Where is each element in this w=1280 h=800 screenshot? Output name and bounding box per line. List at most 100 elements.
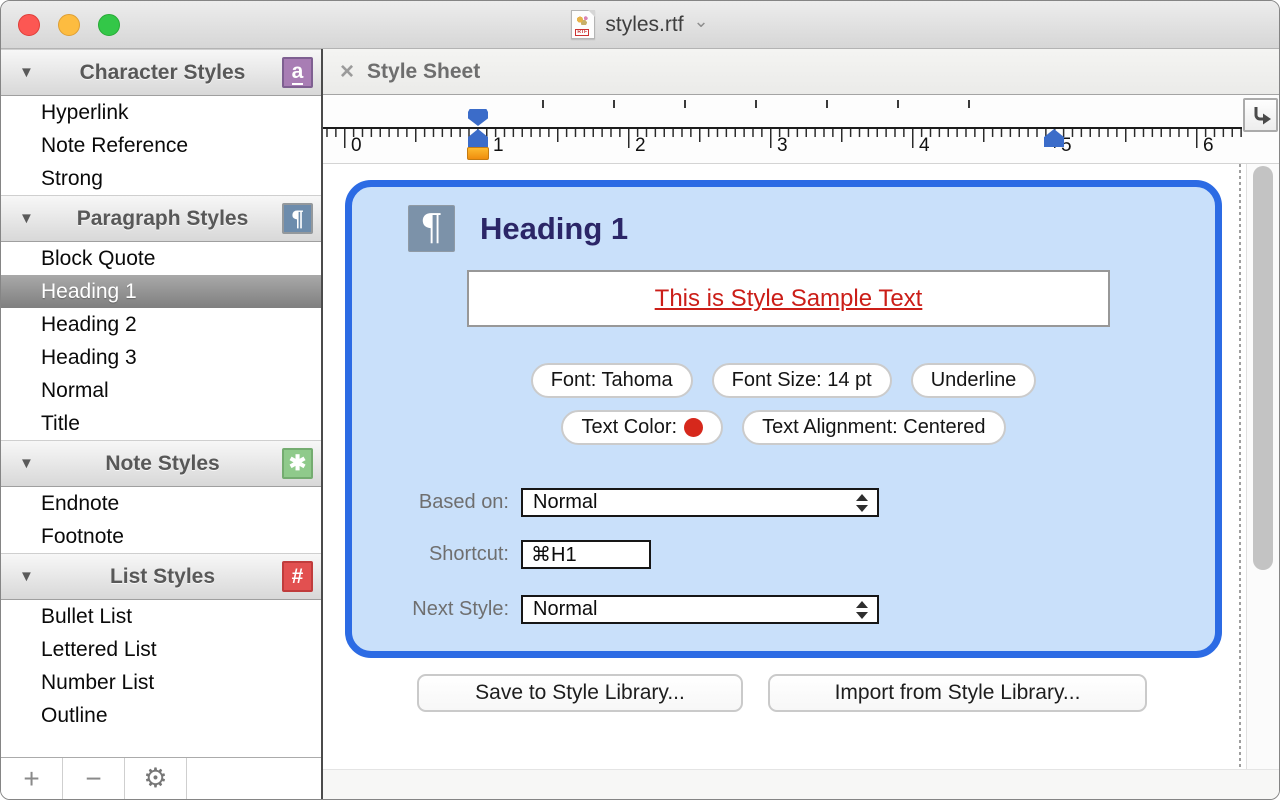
style-item-title[interactable]: Title [1, 407, 321, 440]
style-sample-box: This is Style Sample Text [467, 270, 1110, 327]
next-style-select[interactable]: Normal [521, 595, 879, 624]
toolbar-empty-area [187, 758, 321, 799]
save-to-style-library-button[interactable]: Save to Style Library... [417, 674, 743, 712]
style-item-heading-2[interactable]: Heading 2 [1, 308, 321, 341]
style-item-lettered-list[interactable]: Lettered List [1, 633, 321, 666]
titlebar: RTF styles.rtf ⌄ [1, 1, 1279, 49]
first-line-indent-marker[interactable] [468, 109, 488, 126]
style-item-heading-1-selected[interactable]: Heading 1 [1, 275, 321, 308]
note-styles-badge-icon: ✱ [282, 448, 313, 479]
style-item-bullet-list[interactable]: Bullet List [1, 600, 321, 633]
ruler[interactable]: 0 1 2 3 4 5 6 [323, 95, 1279, 164]
bottom-status-strip [323, 769, 1279, 799]
character-styles-list: Hyperlink Note Reference Strong [1, 96, 321, 195]
main-pane: × Style Sheet 0 1 2 3 4 5 6 [323, 49, 1279, 799]
chevron-down-icon[interactable]: ⌄ [694, 11, 709, 32]
disclosure-triangle-icon[interactable]: ▼ [19, 455, 43, 472]
section-title: List Styles [43, 565, 282, 589]
style-editor-panel: ¶ Heading 1 This is Style Sample Text Fo… [345, 180, 1222, 658]
style-sheet-content: ¶ Heading 1 This is Style Sample Text Fo… [323, 164, 1279, 769]
attribute-pill-row: Text Color: Text Alignment: Centered [352, 410, 1215, 445]
attribute-pill-text-color[interactable]: Text Color: [561, 410, 723, 445]
section-title: Note Styles [43, 452, 282, 476]
style-item-heading-3[interactable]: Heading 3 [1, 341, 321, 374]
style-name-heading: Heading 1 [480, 211, 628, 247]
app-window: RTF styles.rtf ⌄ ▼ Character Styles a Hy… [0, 0, 1280, 800]
zoom-button[interactable] [98, 14, 120, 36]
ruler-number: 6 [1203, 135, 1214, 157]
remove-style-button[interactable]: − [63, 758, 125, 799]
paragraph-style-badge-icon: ¶ [408, 205, 455, 252]
style-item-normal[interactable]: Normal [1, 374, 321, 407]
section-note-styles[interactable]: ▼ Note Styles ✱ [1, 440, 321, 487]
window-title-group[interactable]: RTF styles.rtf ⌄ [571, 10, 708, 39]
section-paragraph-styles[interactable]: ▼ Paragraph Styles ¶ [1, 195, 321, 242]
panel-header: ¶ Heading 1 [408, 205, 628, 252]
character-styles-badge-icon: a [282, 57, 313, 88]
shortcut-label: Shortcut: [365, 543, 509, 566]
minimize-button[interactable] [58, 14, 80, 36]
based-on-select[interactable]: Normal [521, 488, 879, 517]
left-margin-marker[interactable] [467, 147, 489, 160]
shortcut-input[interactable]: ⌘H1 [521, 540, 651, 569]
sidebar-spacer [1, 732, 321, 757]
ruler-number: 2 [635, 135, 646, 157]
attribute-pill-font[interactable]: Font: Tahoma [531, 363, 693, 398]
minus-icon: − [85, 763, 101, 795]
attribute-pill-row: Font: Tahoma Font Size: 14 pt Underline [352, 363, 1215, 398]
style-item-strong[interactable]: Strong [1, 162, 321, 195]
based-on-label: Based on: [365, 491, 509, 514]
gear-icon: ⚙ [143, 763, 167, 794]
import-from-style-library-button[interactable]: Import from Style Library... [768, 674, 1147, 712]
section-list-styles[interactable]: ▼ List Styles # [1, 553, 321, 600]
section-character-styles[interactable]: ▼ Character Styles a [1, 49, 321, 96]
close-tab-icon[interactable]: × [340, 60, 354, 84]
ruler-number: 3 [777, 135, 788, 157]
section-title: Paragraph Styles [43, 207, 282, 231]
select-chevrons-icon [856, 494, 868, 512]
window-title: styles.rtf [605, 13, 683, 37]
sidebar-toolbar: + − ⚙ [1, 757, 321, 799]
style-item-outline[interactable]: Outline [1, 699, 321, 732]
style-sample-text: This is Style Sample Text [655, 285, 923, 313]
style-item-hyperlink[interactable]: Hyperlink [1, 96, 321, 129]
close-button[interactable] [18, 14, 40, 36]
list-styles-list: Bullet List Lettered List Number List Ou… [1, 600, 321, 732]
ruler-number: 1 [493, 135, 504, 157]
style-sheet-tabbar: × Style Sheet [323, 49, 1279, 95]
tab-title: Style Sheet [367, 60, 480, 84]
style-item-number-list[interactable]: Number List [1, 666, 321, 699]
ruler-number: 0 [351, 135, 362, 157]
attribute-pill-alignment[interactable]: Text Alignment: Centered [742, 410, 1005, 445]
based-on-row: Based on: Normal [365, 488, 879, 517]
red-color-swatch [684, 418, 703, 437]
vertical-scrollbar[interactable] [1246, 164, 1280, 769]
rtf-document-icon: RTF [571, 10, 595, 39]
attribute-pill-underline[interactable]: Underline [911, 363, 1037, 398]
style-item-note-reference[interactable]: Note Reference [1, 129, 321, 162]
paragraph-styles-list: Block Quote Heading 1 Heading 2 Heading … [1, 242, 321, 440]
ruler-number: 4 [919, 135, 930, 157]
section-title: Character Styles [43, 61, 282, 85]
disclosure-triangle-icon[interactable]: ▼ [19, 568, 43, 585]
add-style-button[interactable]: + [1, 758, 63, 799]
style-actions-button[interactable]: ⚙ [125, 758, 187, 799]
return-arrow-icon [1250, 104, 1272, 126]
style-item-block-quote[interactable]: Block Quote [1, 242, 321, 275]
styles-sidebar: ▼ Character Styles a Hyperlink Note Refe… [1, 49, 323, 799]
shortcut-row: Shortcut: ⌘H1 [365, 540, 651, 569]
list-styles-badge-icon: # [282, 561, 313, 592]
tab-stop-mode-button[interactable] [1243, 98, 1278, 132]
next-style-row: Next Style: Normal [365, 595, 879, 624]
scrollbar-thumb[interactable] [1253, 166, 1273, 570]
disclosure-triangle-icon[interactable]: ▼ [19, 210, 43, 227]
disclosure-triangle-icon[interactable]: ▼ [19, 64, 43, 81]
default-tab-stop-ticks [542, 100, 972, 108]
style-item-endnote[interactable]: Endnote [1, 487, 321, 520]
paragraph-styles-badge-icon: ¶ [282, 203, 313, 234]
plus-icon: + [23, 763, 39, 795]
text-margin-guide [1239, 164, 1241, 769]
style-item-footnote[interactable]: Footnote [1, 520, 321, 553]
attribute-pill-font-size[interactable]: Font Size: 14 pt [712, 363, 892, 398]
select-chevrons-icon [856, 601, 868, 619]
